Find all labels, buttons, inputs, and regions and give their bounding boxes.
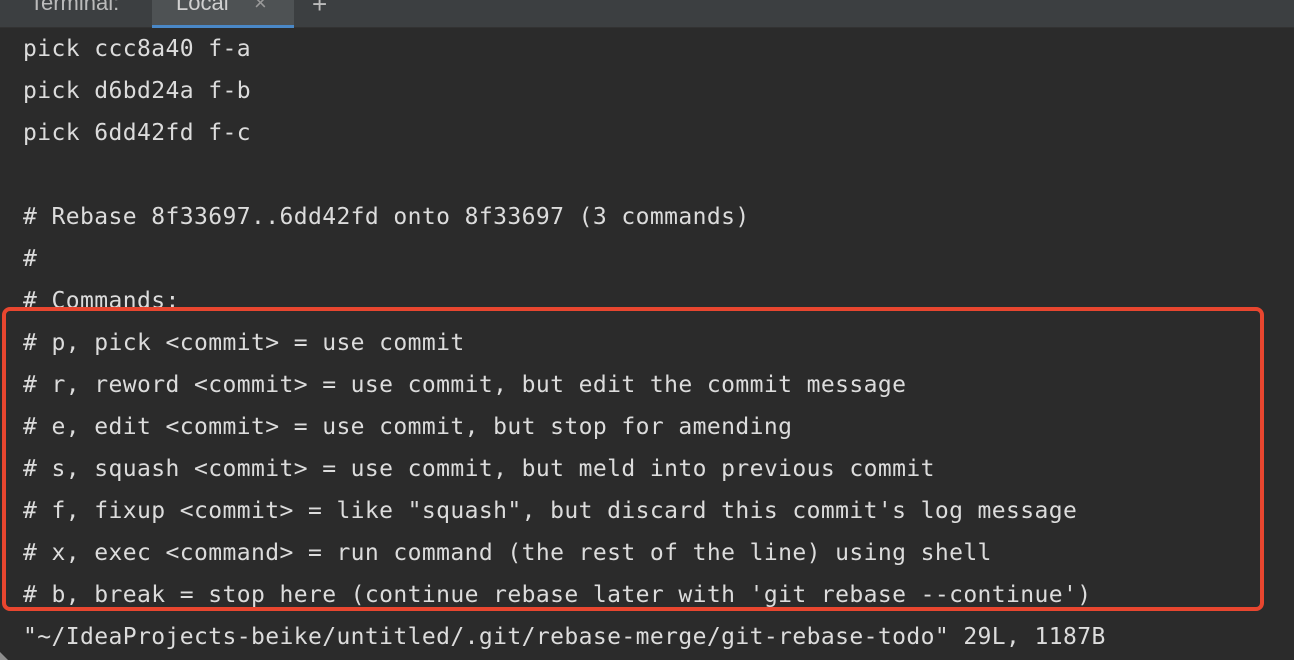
terminal-tab-bar: Terminal: Local × + xyxy=(0,0,1294,28)
terminal-line: pick 6dd42fd f-c xyxy=(23,120,251,146)
terminal-line: pick ccc8a40 f-a xyxy=(23,36,251,62)
resize-corner xyxy=(0,652,8,660)
tab-local[interactable]: Local × xyxy=(152,0,294,28)
tab-local-label: Local xyxy=(176,0,229,15)
close-icon[interactable]: × xyxy=(254,0,267,18)
terminal-line: pick d6bd24a f-b xyxy=(23,78,251,104)
add-tab-icon[interactable]: + xyxy=(312,0,327,19)
terminal-line: # Rebase 8f33697..6dd42fd onto 8f33697 (… xyxy=(23,204,750,230)
vim-status-line: "~/IdeaProjects-beike/untitled/.git/reba… xyxy=(23,624,1106,650)
terminal-title: Terminal: xyxy=(30,0,120,15)
terminal-line: # xyxy=(23,246,38,272)
commands-highlight-box xyxy=(2,307,1264,611)
